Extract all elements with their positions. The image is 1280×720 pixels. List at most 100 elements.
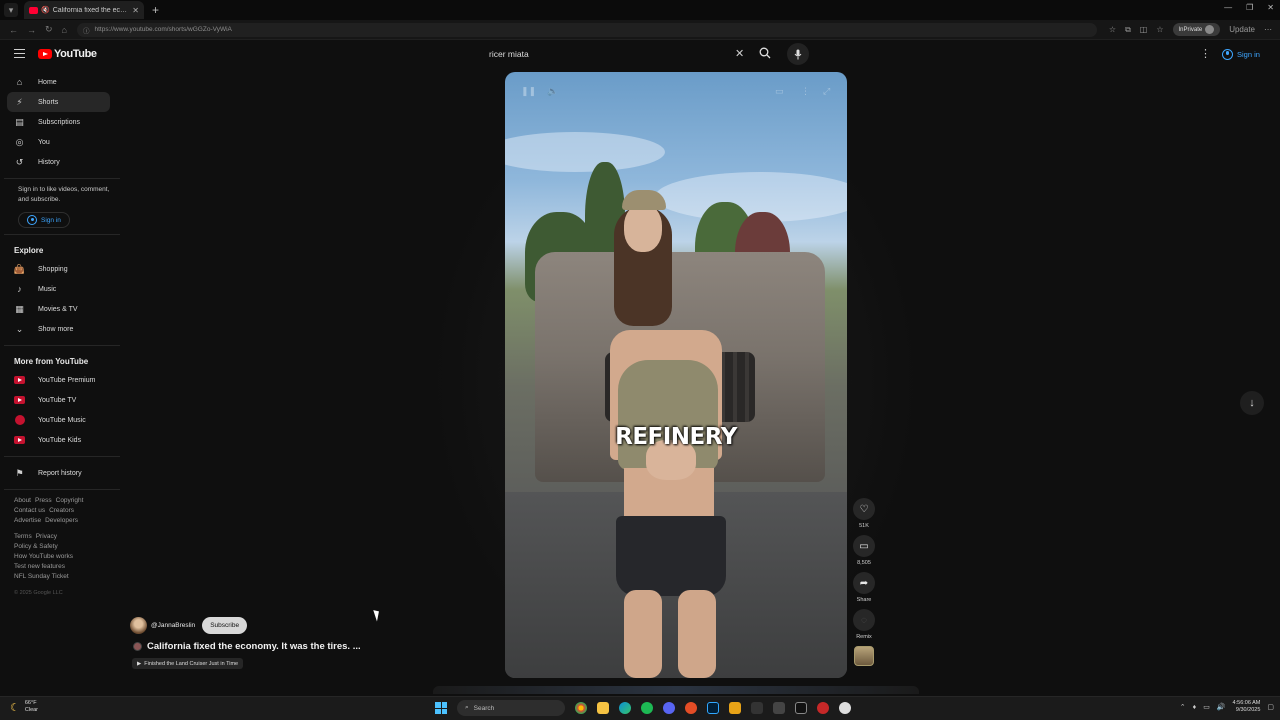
extensions-icon[interactable]: ⧉ [1125, 25, 1131, 35]
new-tab-button[interactable]: + [152, 3, 159, 17]
app-icon[interactable] [839, 702, 851, 714]
sidebar-item-youtube-premium[interactable]: YouTube Premium [0, 370, 124, 390]
footer-link[interactable]: Developers [45, 517, 78, 524]
footer-link[interactable]: Creators [49, 507, 74, 514]
share-button[interactable]: ➦ [853, 572, 875, 594]
sidebar-item-youtube-music[interactable]: YouTube Music [0, 410, 124, 430]
favorite-star-icon[interactable]: ☆ [1109, 25, 1116, 34]
forward-arrow-icon[interactable]: → [27, 25, 36, 35]
close-window-button[interactable]: ✕ [1267, 3, 1274, 12]
favorites-icon[interactable]: ☆ [1156, 25, 1163, 34]
sidebar-item-shorts[interactable]: ⚡ Shorts [7, 92, 110, 112]
footer-link[interactable]: Test new features [14, 563, 65, 570]
terminal-icon[interactable] [795, 702, 807, 714]
edge-icon[interactable] [619, 702, 631, 714]
weather-condition: Clear [24, 707, 39, 713]
speaker-icon[interactable]: 🔊 [1217, 703, 1226, 711]
sidebar-item-shopping[interactable]: 👜 Shopping [0, 259, 124, 279]
search-input[interactable] [481, 49, 721, 59]
mouse-cursor [373, 608, 382, 622]
sidebar-item-label: Shopping [38, 265, 68, 273]
home-page-icon[interactable]: ⌂ [62, 25, 67, 35]
windows-start-icon[interactable] [435, 702, 447, 714]
shorts-video-player[interactable]: REFINERY ❚❚ 🔈 ▭ ⋮ ⤢ [505, 72, 847, 678]
spotify-icon[interactable] [641, 702, 653, 714]
like-action: ♡ 51K [852, 498, 876, 529]
sidebar-signin-button[interactable]: Sign in [18, 212, 70, 228]
footer-link[interactable]: Advertise [14, 517, 41, 524]
app-icon[interactable] [685, 702, 697, 714]
clear-search-icon[interactable]: ✕ [735, 47, 744, 60]
refresh-icon[interactable]: ↻ [45, 24, 53, 35]
footer-link[interactable]: Copyright [56, 497, 84, 504]
file-explorer-icon[interactable] [597, 702, 609, 714]
footer-link[interactable]: NFL Sunday Ticket [14, 573, 69, 580]
sidebar-item-youtube-tv[interactable]: YouTube TV [0, 390, 124, 410]
sidebar-item-show-more[interactable]: ⌄ Show more [0, 319, 124, 339]
close-tab-icon[interactable]: ✕ [132, 6, 139, 15]
sidebar-item-history[interactable]: ↺ History [0, 152, 124, 172]
fullscreen-icon[interactable]: ⤢ [823, 86, 830, 97]
taskbar-search[interactable]: ⌕ Search [457, 700, 565, 716]
sidebar-item-movies[interactable]: ▦ Movies & TV [0, 299, 124, 319]
muted-speaker-icon[interactable]: 🔇 [41, 6, 50, 14]
browser-menu-icon[interactable]: ⋯ [1264, 25, 1272, 34]
split-screen-icon[interactable]: ◫ [1140, 25, 1148, 34]
more-options-icon[interactable]: ⋮ [801, 86, 810, 97]
back-arrow-icon[interactable]: ← [9, 25, 18, 35]
search-button[interactable] [753, 43, 777, 63]
footer-link[interactable]: How YouTube works [14, 553, 73, 560]
comment-button[interactable]: ▭ [853, 535, 875, 557]
microphone-tray-icon[interactable]: ♦ [1193, 704, 1197, 711]
profile-button[interactable]: InPrivate [1172, 23, 1221, 36]
photoshop-icon[interactable] [707, 702, 719, 714]
chrome-icon[interactable] [575, 702, 587, 714]
subscribe-button[interactable]: Subscribe [202, 617, 248, 634]
sidebar-item-home[interactable]: ⌂ Home [0, 72, 124, 92]
avatar[interactable] [130, 617, 147, 634]
footer-link[interactable]: Press [35, 497, 52, 504]
app-icon[interactable] [751, 702, 763, 714]
browser-tab[interactable]: 🔇 California fixed the econo ✕ [24, 1, 144, 19]
app-icon[interactable] [729, 702, 741, 714]
network-icon[interactable]: ▭ [1203, 703, 1210, 711]
header-signin-button[interactable]: Sign in [1222, 46, 1260, 62]
captions-icon[interactable]: ▭ [775, 86, 784, 97]
footer-link[interactable]: Contact us [14, 507, 45, 514]
sidebar-item-report-history[interactable]: ⚑ Report history [0, 463, 124, 483]
footer-link[interactable]: Terms [14, 533, 32, 540]
tab-actions-menu[interactable]: ▾ [4, 3, 18, 17]
related-video-chip[interactable]: ▶ Finished the Land Cruiser Just in Time [132, 658, 244, 669]
youtube-logo[interactable]: YouTube [38, 48, 97, 60]
sidebar-item-subscriptions[interactable]: ▤ Subscriptions [0, 112, 124, 132]
remix-button[interactable]: ◌ [853, 609, 875, 631]
sidebar-item-you[interactable]: ◎ You [0, 132, 124, 152]
footer-link[interactable]: About [14, 497, 31, 504]
volume-icon[interactable]: 🔈 [547, 86, 558, 97]
footer-link[interactable]: Privacy [36, 533, 57, 540]
app-icon[interactable] [817, 702, 829, 714]
short-title[interactable]: California fixed the economy. It was the… [147, 641, 361, 652]
weather-widget[interactable]: ☾ 66°F Clear [10, 700, 38, 714]
sound-thumbnail[interactable] [854, 646, 874, 666]
like-button[interactable]: ♡ [853, 498, 875, 520]
hamburger-menu-icon[interactable] [14, 49, 25, 59]
next-short-button[interactable]: ↓ [1240, 391, 1264, 415]
sidebar-item-music[interactable]: ♪ Music [0, 279, 124, 299]
sidebar-item-youtube-kids[interactable]: YouTube Kids [0, 430, 124, 450]
minimize-button[interactable]: — [1224, 3, 1232, 12]
restore-button[interactable]: ❐ [1246, 3, 1253, 12]
url-field[interactable]: ⓘ https://www.youtube.com/shorts/wGGZo-V… [76, 22, 1097, 37]
site-info-icon[interactable]: ⓘ [83, 25, 90, 35]
chevron-up-icon[interactable]: ⌃ [1180, 703, 1186, 711]
footer-link[interactable]: Policy & Safety [14, 543, 58, 550]
voice-search-button[interactable] [787, 43, 809, 65]
discord-icon[interactable] [663, 702, 675, 714]
settings-more-icon[interactable]: ⋮ [1200, 47, 1211, 60]
pause-icon[interactable]: ❚❚ [521, 86, 536, 97]
update-button[interactable]: Update [1229, 25, 1255, 34]
clock[interactable]: 4:56:06 AM 9/30/2025 [1233, 700, 1261, 714]
channel-name[interactable]: @JannaBreslin [151, 622, 195, 629]
notifications-icon[interactable]: ▢ [1267, 703, 1274, 711]
app-icon[interactable] [773, 702, 785, 714]
